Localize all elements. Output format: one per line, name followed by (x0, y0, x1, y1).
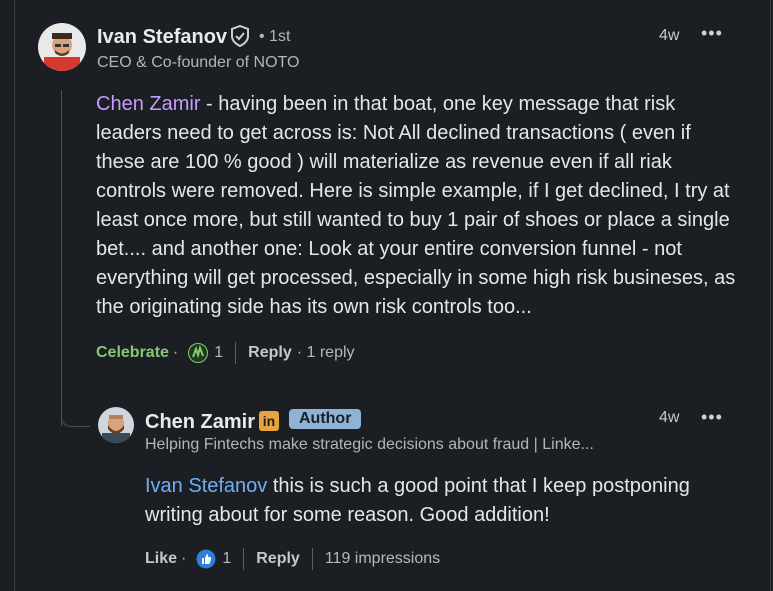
avatar[interactable] (38, 23, 86, 71)
author-name[interactable]: Chen Zamir (145, 411, 255, 434)
like-button[interactable]: Like (145, 550, 177, 568)
shield-check-icon (230, 24, 250, 52)
timestamp: 4w (659, 27, 680, 44)
connection-degree: • 1st (259, 28, 291, 45)
author-name[interactable]: Ivan Stefanov (97, 26, 227, 49)
comment-actions: Like · 1 Reply 119 impressions (145, 547, 440, 571)
impressions-count[interactable]: 119 impressions (325, 550, 440, 568)
more-options-icon[interactable]: ••• (701, 23, 723, 44)
more-options-icon[interactable]: ••• (701, 407, 723, 428)
thread-connector (61, 396, 90, 427)
reply-count[interactable]: · 1 reply (297, 344, 355, 362)
timestamp: 4w (659, 409, 680, 426)
divider (243, 548, 245, 570)
reaction-count[interactable]: 1 (222, 550, 231, 568)
author-headline: CEO & Co-founder of NOTO (97, 54, 300, 71)
comment-actions: Celebrate · 1 Reply · 1 reply (96, 341, 355, 365)
mention-link[interactable]: Chen Zamir (96, 93, 200, 115)
comment-body: Ivan Stefanov this is such a good point … (145, 472, 745, 530)
divider (235, 342, 237, 364)
panel-right-border (770, 0, 771, 591)
reply-button[interactable]: Reply (248, 344, 292, 362)
thread-line (61, 90, 62, 426)
separator-dot: · (172, 344, 179, 361)
thumbs-up-icon (196, 549, 216, 569)
panel-left-border (14, 0, 15, 591)
avatar[interactable] (98, 407, 134, 443)
separator-dot: · (181, 550, 187, 567)
reply-button[interactable]: Reply (256, 550, 300, 568)
reaction-count[interactable]: 1 (214, 344, 223, 362)
celebrate-button[interactable]: Celebrate (96, 344, 169, 362)
mention-link[interactable]: Ivan Stefanov (145, 475, 267, 497)
comment-body: Chen Zamir - having been in that boat, o… (96, 90, 736, 322)
linkedin-icon: in (259, 411, 279, 431)
comment-text: - having been in that boat, one key mess… (96, 93, 736, 318)
author-headline: Helping Fintechs make strategic decision… (145, 436, 594, 453)
divider (311, 548, 313, 570)
celebrate-hands-icon (188, 343, 209, 363)
author-badge: Author (289, 409, 362, 429)
